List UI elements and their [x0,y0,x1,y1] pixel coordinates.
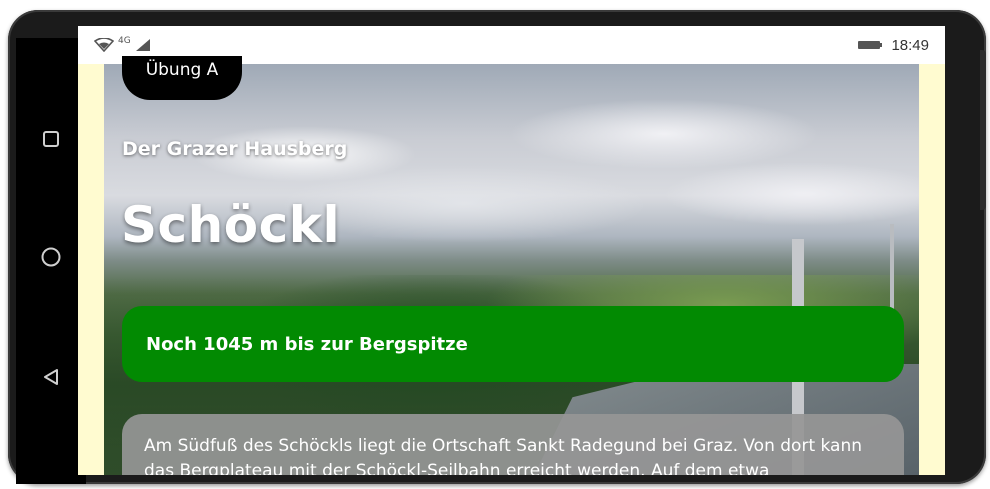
wifi-icon [94,38,114,52]
distance-banner: Noch 1045 m bis zur Bergspitze [122,306,904,382]
exercise-chip-label: Übung A [145,60,219,80]
home-button[interactable] [16,244,86,270]
status-left: 4G [94,36,151,52]
hero-title: Schöckl [121,196,341,254]
back-triangle-icon [44,369,58,385]
hero-subtitle: Der Grazer Hausberg [122,138,348,160]
status-right: 18:49 [857,37,929,54]
recents-square-icon [43,131,59,147]
signal-icon [135,39,150,51]
android-navigation-bar [16,38,86,484]
exercise-chip[interactable]: Übung A [122,56,242,100]
back-button[interactable] [16,364,86,390]
description-text: Am Südfuß des Schöckls liegt die Ortscha… [144,436,863,475]
app-screen: 4G 18:49 Übung A Der Grazer Hausberg Sch… [78,26,945,475]
battery-icon [858,41,883,49]
description-card: Am Südfuß des Schöckls liegt die Ortscha… [122,414,904,475]
phone-frame: 4G 18:49 Übung A Der Grazer Hausberg Sch… [8,10,986,484]
home-circle-icon [41,247,61,267]
status-clock: 18:49 [891,36,929,54]
distance-text: Noch 1045 m bis zur Bergspitze [146,333,468,355]
network-type-label: 4G [118,36,131,46]
recents-button[interactable] [16,126,86,152]
